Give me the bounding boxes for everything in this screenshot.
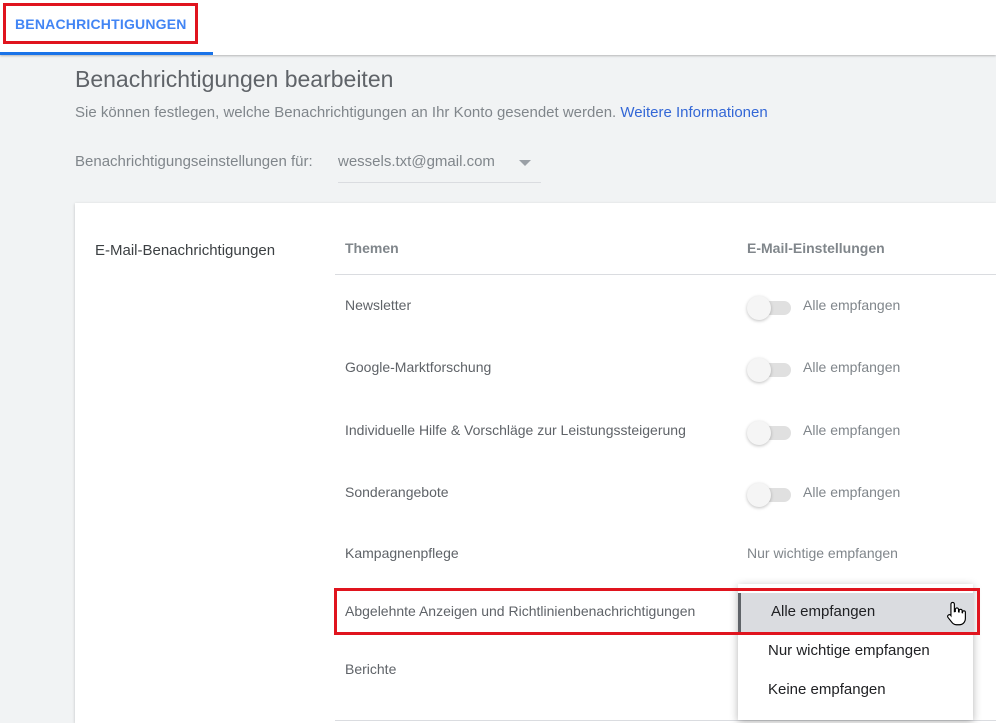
column-header-email-settings: E-Mail-Einstellungen [747,240,885,256]
page-title: Benachrichtigungen bearbeiten [75,66,394,92]
option-label: Keine empfangen [768,681,886,698]
tab-label: BENACHRICHTIGUNGEN [15,16,187,32]
tab-benachrichtigungen[interactable]: BENACHRICHTIGUNGEN [0,0,213,55]
option-nur-wichtige[interactable]: Nur wichtige empfangen [738,632,973,671]
toggle-hilfe[interactable] [747,418,793,445]
toggle-marktforschung[interactable] [747,355,793,382]
column-header-topics: Themen [345,240,399,256]
page-description: Sie können festlegen, welche Benachricht… [75,104,768,121]
option-keine[interactable]: Keine empfangen [738,671,973,710]
chevron-down-icon [519,160,531,166]
option-label: Alle empfangen [771,603,876,620]
header-divider [335,274,996,275]
topic-label-sonderangebote: Sonderangebote [345,484,449,500]
topic-label-marktforschung: Google-Marktforschung [345,359,492,375]
settings-for-label: Benachrichtigungseinstellungen für: [75,153,313,170]
top-bar: BENACHRICHTIGUNGEN [0,0,996,55]
topic-label-berichte: Berichte [345,661,397,677]
account-select[interactable]: wessels.txt@gmail.com [338,147,541,183]
toggle-newsletter[interactable] [747,293,793,320]
setting-value: Alle empfangen [803,484,901,500]
setting-value[interactable]: Nur wichtige empfangen [747,545,898,561]
toggle-sonderangebote[interactable] [747,480,793,507]
hand-cursor-icon [947,601,966,626]
topic-label-kampagnenpflege: Kampagnenpflege [345,545,459,561]
bottom-divider [335,720,996,721]
topic-label-newsletter: Newsletter [345,297,412,313]
setting-value: Alle empfangen [803,297,901,313]
option-alle-empfangen[interactable]: Alle empfangen [738,593,973,632]
account-value: wessels.txt@gmail.com [338,153,495,170]
setting-value: Alle empfangen [803,359,901,375]
topic-label-hilfe: Individuelle Hilfe & Vorschläge zur Leis… [345,422,686,438]
description-text: Sie können festlegen, welche Benachricht… [75,104,617,121]
section-label: E-Mail-Benachrichtigungen [95,242,276,259]
active-tab-indicator [0,52,213,55]
option-label: Nur wichtige empfangen [768,642,930,659]
email-setting-dropdown: Alle empfangen Nur wichtige empfangen Ke… [738,584,973,720]
setting-value: Alle empfangen [803,422,901,438]
topic-label-abgelehnte-anzeigen: Abgelehnte Anzeigen und Richtlinienbenac… [345,603,696,619]
more-info-link[interactable]: Weitere Informationen [620,104,767,121]
